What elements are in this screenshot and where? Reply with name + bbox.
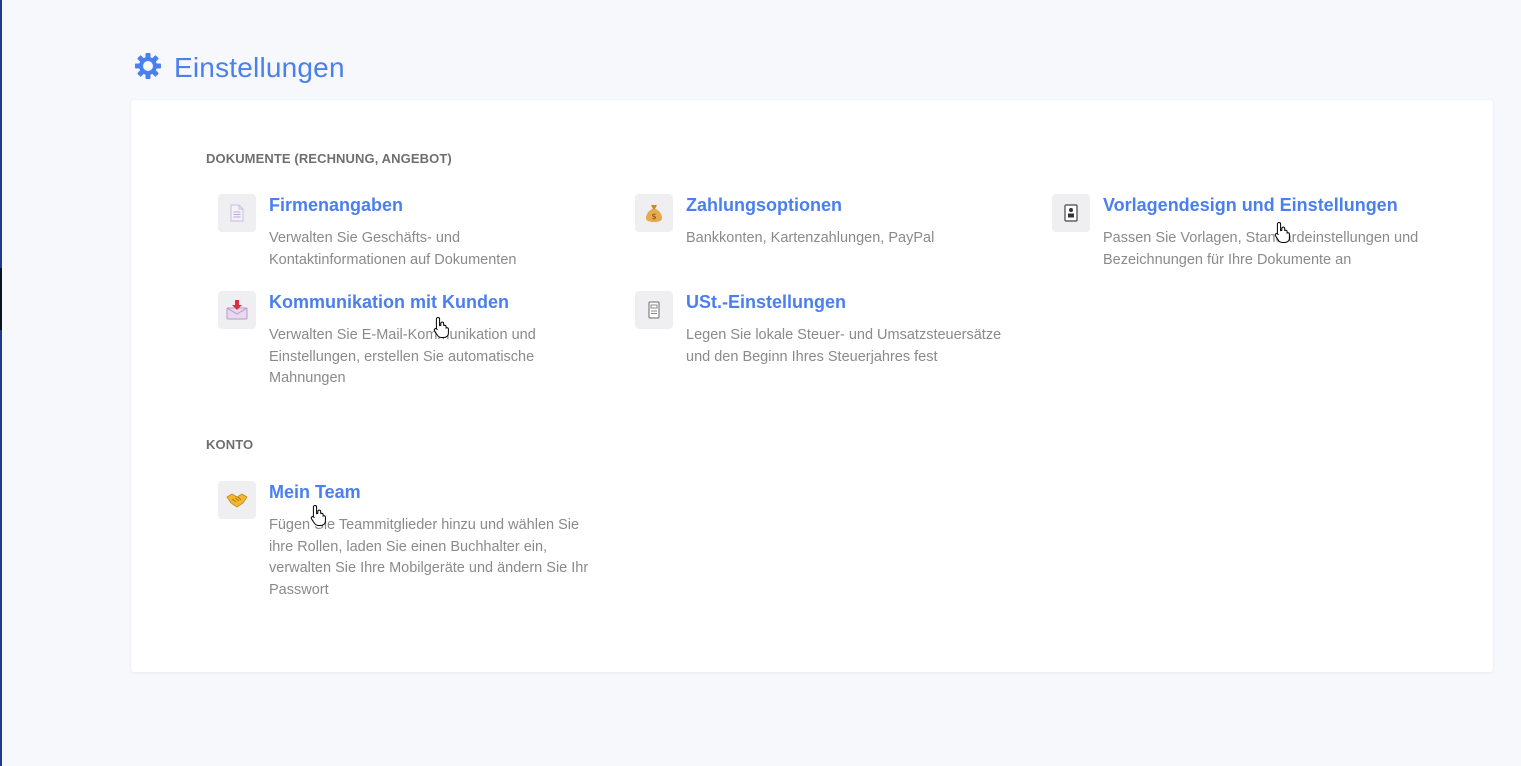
settings-item-description: Legen Sie lokale Steuer- und Umsatzsteue… <box>686 327 1002 365</box>
settings-item-description: Bankkonten, Kartenzahlungen, PayPal <box>686 230 935 246</box>
settings-item-description: Fügen Sie Teammitglieder hinzu und wähle… <box>269 517 589 598</box>
tax-form-icon <box>635 291 673 329</box>
hand-cursor-icon <box>433 316 449 338</box>
envelope-download-icon <box>218 291 256 329</box>
gear-icon <box>135 53 161 79</box>
svg-text:$: $ <box>651 212 656 221</box>
settings-item-title[interactable]: Zahlungsoptionen <box>686 195 842 216</box>
settings-item-title[interactable]: Kommunikation mit Kunden <box>269 292 509 313</box>
hand-cursor-icon <box>310 504 326 526</box>
settings-item-title[interactable]: USt.-Einstellungen <box>686 292 846 313</box>
settings-card: DOKUMENTE (RECHNUNG, ANGEBOT) Firmenanga… <box>131 100 1493 672</box>
settings-item-title[interactable]: Mein Team <box>269 482 361 503</box>
hand-cursor-icon <box>1274 221 1290 243</box>
template-icon <box>1052 194 1090 232</box>
window-edge-notch <box>0 268 2 330</box>
money-bag-icon: $ <box>635 194 673 232</box>
settings-item-description: Passen Sie Vorlagen, Standardeinstellung… <box>1103 230 1419 268</box>
section-label-dokumente: DOKUMENTE (RECHNUNG, ANGEBOT) <box>206 151 452 166</box>
window-left-edge <box>0 0 2 766</box>
settings-item-title[interactable]: Vorlagendesign und Einstellungen <box>1103 195 1398 216</box>
handshake-icon <box>218 481 256 519</box>
page-title: Einstellungen <box>174 52 345 83</box>
document-icon <box>218 194 256 232</box>
settings-item-description: Verwalten Sie Geschäfts- und Kontaktinfo… <box>269 230 517 268</box>
page-header: Einstellungen <box>134 52 345 84</box>
section-label-konto: KONTO <box>206 437 254 452</box>
settings-item-title[interactable]: Firmenangaben <box>269 195 403 216</box>
